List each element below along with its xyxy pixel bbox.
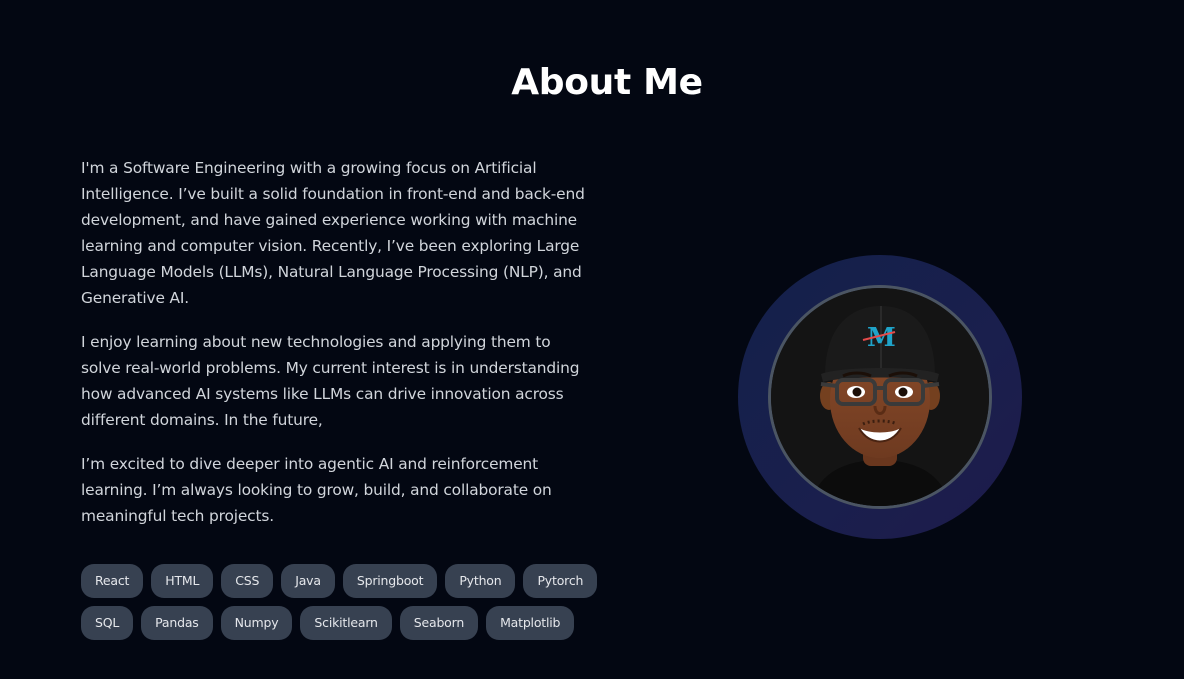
skill-tag-pytorch[interactable]: Pytorch [523,564,598,598]
skill-tag-python[interactable]: Python [445,564,516,598]
skill-tag-sql[interactable]: SQL [81,606,134,640]
about-paragraph-1: I'm a Software Engineering with a growin… [81,159,585,307]
skill-tag-css[interactable]: CSS [221,564,274,598]
about-text: I'm a Software Engineering with a growin… [81,155,593,547]
skill-tag-react[interactable]: React [81,564,144,598]
skill-tag-numpy[interactable]: Numpy [220,606,293,640]
skill-tag-java[interactable]: Java [281,564,335,598]
avatar-ring: M [738,255,1022,539]
about-paragraph-2: I enjoy learning about new technologies … [81,333,580,429]
skill-tag-springboot[interactable]: Springboot [342,564,438,598]
about-paragraph-3: I’m excited to dive deeper into agentic … [81,455,552,525]
skill-tag-scikitlearn[interactable]: Scikitlearn [300,606,392,640]
avatar: M [768,285,992,509]
skill-tag-html[interactable]: HTML [151,564,214,598]
skill-tag-seaborn[interactable]: Seaborn [399,606,479,640]
memoji-avatar-icon: M [771,288,989,506]
skill-tag-matplotlib[interactable]: Matplotlib [486,606,575,640]
page-title: About Me [511,62,703,103]
skills-list: React HTML CSS Java Springboot Python Py… [81,564,601,640]
about-section: About Me I'm a Software Engineering with… [0,0,1184,679]
skill-tag-pandas[interactable]: Pandas [141,606,213,640]
